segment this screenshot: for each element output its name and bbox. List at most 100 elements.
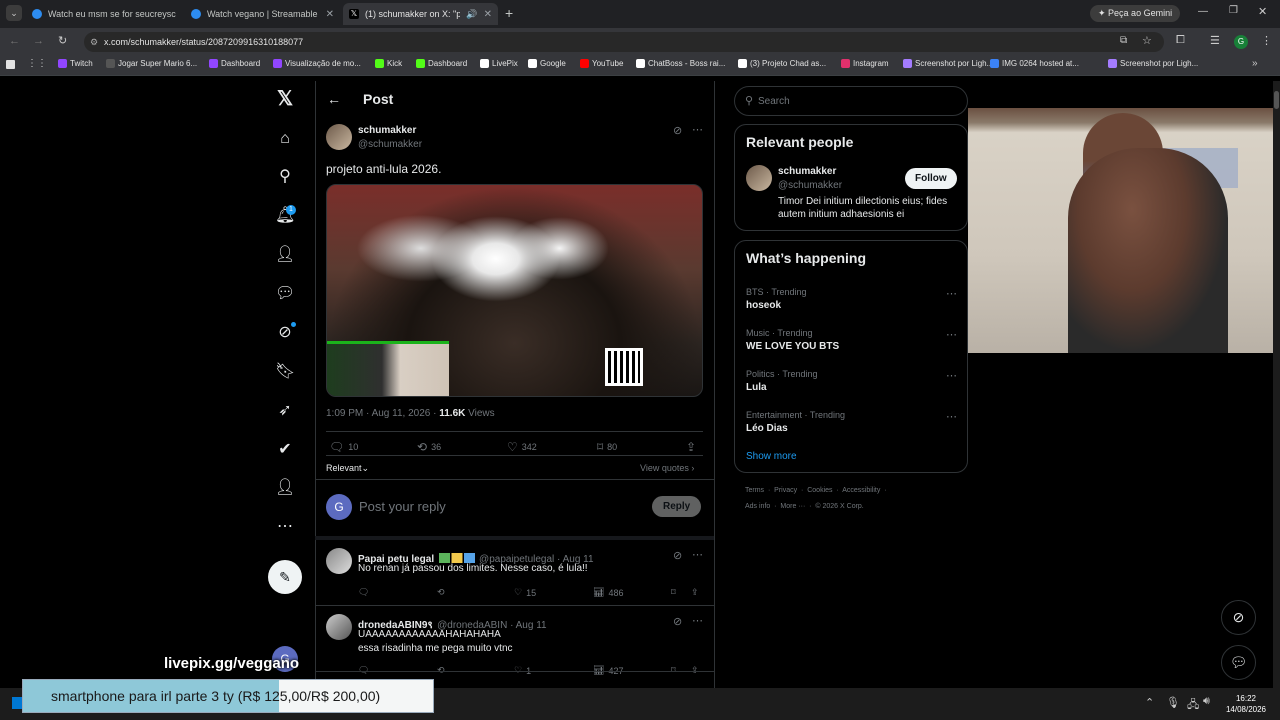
back-arrow-icon[interactable]: ← xyxy=(9,35,20,47)
author-handle[interactable]: @schumakker xyxy=(358,139,422,150)
close-tab-icon[interactable]: ✕ xyxy=(484,9,492,20)
trend-more-icon[interactable]: ⋯ xyxy=(946,287,957,300)
scrollbar-thumb[interactable] xyxy=(1274,91,1279,109)
minimize-button[interactable]: — xyxy=(1198,6,1208,17)
person-avatar[interactable] xyxy=(746,165,772,191)
reply-more-icon[interactable]: ⋯ xyxy=(692,548,703,561)
trend-item[interactable]: BTS · Trending hoseok xyxy=(746,287,958,311)
compose-post-button[interactable]: ✎ xyxy=(268,560,302,594)
grok-explain-icon[interactable]: ⊘ xyxy=(673,549,682,562)
grok-floating-button[interactable]: ⊘ xyxy=(1221,600,1256,635)
premium-rocket-icon[interactable]: ➶ xyxy=(275,401,295,421)
profile-icon[interactable]: 👤︎ xyxy=(275,478,295,498)
trend-more-icon[interactable]: ⋯ xyxy=(946,328,957,341)
messages-icon[interactable]: 💬︎ xyxy=(275,284,295,304)
bookmark-star-icon[interactable]: ☆ xyxy=(1142,34,1152,47)
bookmark-item[interactable]: YouTube xyxy=(580,59,623,68)
person-name[interactable]: schumakker xyxy=(778,166,836,177)
trend-item[interactable]: Music · Trending WE LOVE YOU BTS xyxy=(746,328,958,352)
forward-arrow-icon[interactable]: → xyxy=(33,35,44,47)
speaker-icon[interactable]: 🔊 xyxy=(466,9,477,20)
messages-floating-button[interactable]: 💬︎ xyxy=(1221,645,1256,680)
share-icon[interactable]: ⇪ xyxy=(686,440,696,454)
bookmark-item[interactable]: Screenshot por Ligh... xyxy=(1108,59,1198,68)
bookmarks-icon[interactable]: 🔖︎ xyxy=(275,362,295,382)
bookmark-item[interactable]: Dashboard xyxy=(416,59,467,68)
browser-tab[interactable]: Watch vegano | Streamable ✕ xyxy=(185,3,340,25)
show-more-link[interactable]: Show more xyxy=(746,451,797,462)
close-tab-icon[interactable]: ✕ xyxy=(326,9,334,20)
bookmark-icon[interactable]: ⌑ xyxy=(671,587,676,598)
browser-tab[interactable]: Watch eu msm se for seucreysc ✕ xyxy=(26,3,181,25)
more-icon[interactable]: ⋯ xyxy=(275,517,295,537)
site-info-icon[interactable]: ⚙ xyxy=(90,32,98,52)
bookmark-item[interactable]: LivePix xyxy=(480,59,518,68)
new-tab-button[interactable]: + xyxy=(505,5,513,21)
install-app-icon[interactable]: ⧉ xyxy=(1120,35,1127,46)
browser-tab-active[interactable]: 𝕏 (1) schumakker on X: "proje 🔊 ✕ xyxy=(343,3,498,25)
bookmark-item[interactable]: Twitch xyxy=(58,59,93,68)
reload-icon[interactable]: ↻ xyxy=(58,34,67,47)
apps-grid-icon[interactable]: ⋮⋮ xyxy=(27,58,47,69)
scrollbar[interactable] xyxy=(1273,81,1280,688)
trend-more-icon[interactable]: ⋯ xyxy=(946,369,957,382)
reply-like-action[interactable]: ♡ 15 xyxy=(514,587,536,598)
search-icon[interactable]: ⚲ xyxy=(275,167,295,187)
tab-search-button[interactable]: ⌄ xyxy=(6,5,22,21)
reply-input[interactable]: Post your reply xyxy=(359,499,446,514)
follow-icon[interactable]: 👤︎ xyxy=(275,245,295,265)
reply-author-avatar[interactable] xyxy=(326,548,352,574)
view-quotes-link[interactable]: View quotes › xyxy=(640,463,694,473)
reply-author-avatar[interactable] xyxy=(326,614,352,640)
close-window-button[interactable]: ✕ xyxy=(1258,5,1267,18)
reply-reply-action[interactable]: 🗨︎ xyxy=(358,587,369,598)
network-icon[interactable]: 🖧 xyxy=(1187,696,1199,715)
author-avatar[interactable] xyxy=(326,124,352,150)
verified-orgs-icon[interactable]: ✔ xyxy=(275,440,295,460)
reply-sort-dropdown[interactable]: Relevant⌄ xyxy=(326,463,369,474)
clock-date[interactable]: 14/08/2026 xyxy=(1224,705,1268,714)
grok-explain-icon[interactable]: ⊘ xyxy=(673,124,682,137)
bookmark-folder-icon[interactable] xyxy=(6,60,15,69)
microphone-icon[interactable]: 🎙︎ xyxy=(1166,696,1180,709)
search-input[interactable]: ⚲ Search xyxy=(734,86,968,116)
reply-repost-action[interactable]: ⟲ xyxy=(437,587,449,598)
post-timestamp[interactable]: 1:09 PM · Aug 11, 2026 · 11.6K Views xyxy=(326,408,495,419)
bookmark-action[interactable]: ⌑ 80 xyxy=(597,440,617,454)
bookmark-item[interactable]: Jogar Super Mario 6... xyxy=(106,59,197,68)
author-name[interactable]: schumakker xyxy=(358,125,416,136)
reply-views-action[interactable]: 📊︎ 486 xyxy=(593,587,623,598)
browser-menu-icon[interactable]: ⋮ xyxy=(1261,34,1272,47)
restore-button[interactable]: ❐ xyxy=(1229,5,1238,16)
url-bar[interactable]: ⚙ x.com/schumakker/status/20872099163101… xyxy=(84,32,1164,52)
reply-button[interactable]: Reply xyxy=(652,496,702,517)
bookmark-item[interactable]: Instagram xyxy=(841,59,889,68)
post-more-icon[interactable]: ⋯ xyxy=(692,123,703,136)
footer-links[interactable]: Terms · Privacy · Cookies · Accessibilit… xyxy=(745,487,887,494)
bookmark-item[interactable]: (3) Projeto Chad as... xyxy=(738,59,826,68)
trend-more-icon[interactable]: ⋯ xyxy=(946,410,957,423)
footer-links[interactable]: Ads info · More ··· · © 2026 X Corp. xyxy=(745,503,864,510)
grok-explain-icon[interactable]: ⊘ xyxy=(673,615,682,628)
extensions-icon[interactable]: ⧠ xyxy=(1176,34,1185,47)
person-handle[interactable]: @schumakker xyxy=(778,180,842,191)
bookmark-item[interactable]: Screenshot por Ligh... xyxy=(903,59,993,68)
like-action[interactable]: ♡ 342 xyxy=(507,440,537,454)
bookmark-item[interactable]: ChatBoss - Boss rai... xyxy=(636,59,725,68)
bookmark-item[interactable]: Kick xyxy=(375,59,402,68)
volume-icon[interactable]: 🔊︎ xyxy=(1203,695,1210,708)
clock-time[interactable]: 16:22 xyxy=(1228,694,1264,703)
trend-item[interactable]: Entertainment · Trending Léo Dias xyxy=(746,410,958,434)
repost-action[interactable]: ⟲ 36 xyxy=(417,440,441,454)
reading-list-icon[interactable]: ☰ xyxy=(1210,34,1220,47)
x-logo-icon[interactable]: 𝕏 xyxy=(275,89,295,109)
bookmark-item[interactable]: IMG 0264 hosted at... xyxy=(990,59,1079,68)
share-icon[interactable]: ⇪ xyxy=(691,587,699,598)
reply-action[interactable]: 🗨︎ 10 xyxy=(329,440,358,454)
bookmark-item[interactable]: Google xyxy=(528,59,566,68)
gemini-button[interactable]: ✦ Peça ao Gemini xyxy=(1090,5,1181,22)
home-icon[interactable]: ⌂ xyxy=(275,129,295,149)
post-video[interactable] xyxy=(326,184,703,397)
reply-more-icon[interactable]: ⋯ xyxy=(692,614,703,627)
back-button[interactable]: ← xyxy=(327,91,341,107)
